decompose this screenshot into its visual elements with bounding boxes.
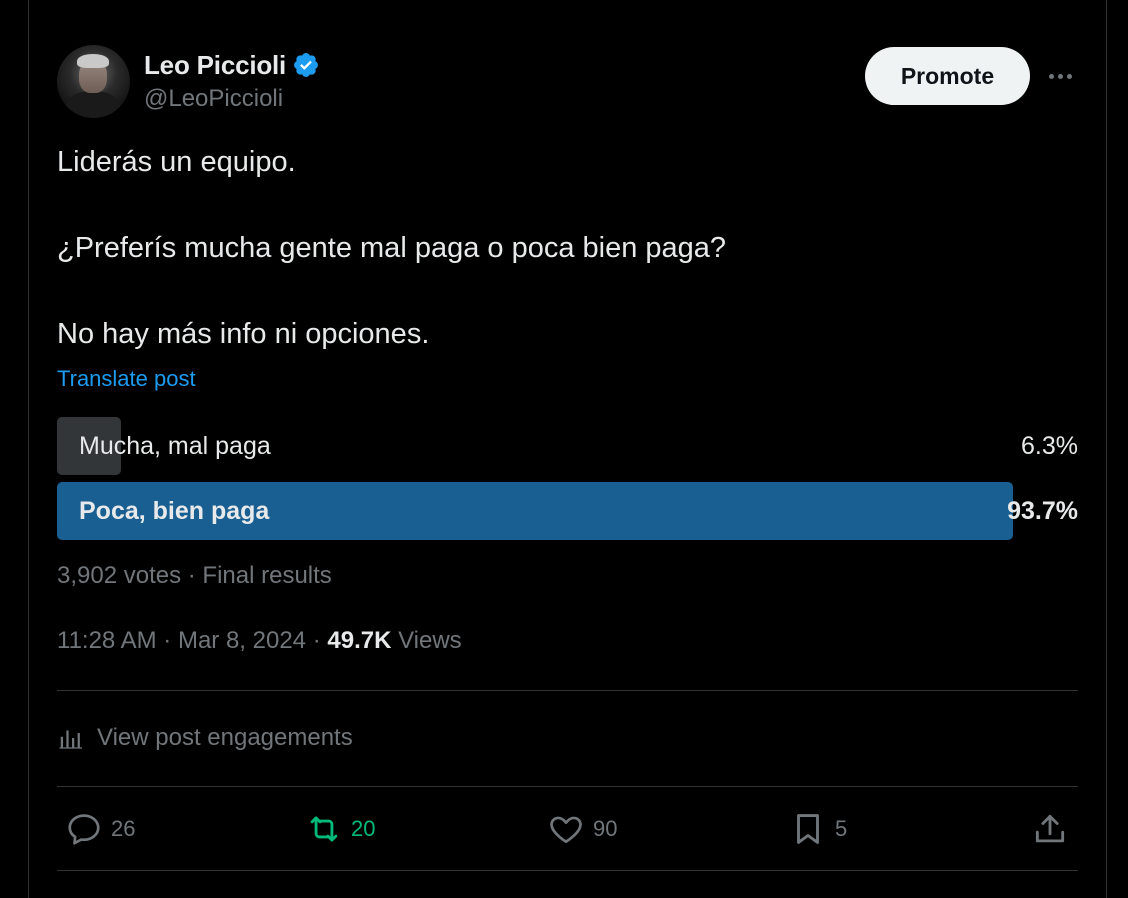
tweet-frame: Leo Piccioli @LeoPiccioli Promote Liderá… — [0, 0, 1128, 898]
share-icon — [1035, 814, 1065, 843]
column-border-left — [28, 0, 29, 898]
author-name-row[interactable]: Leo Piccioli — [144, 48, 320, 82]
poll-option-label: Mucha, mal paga — [79, 432, 271, 460]
divider — [57, 786, 1078, 787]
poll-option-winner: Poca, bien paga 93.7% — [57, 482, 1078, 540]
author-handle[interactable]: @LeoPiccioli — [144, 85, 283, 113]
reply-button[interactable]: 26 — [65, 806, 135, 852]
retweet-count: 20 — [351, 816, 376, 841]
like-count: 90 — [593, 816, 618, 841]
poll-option-percent: 6.3% — [1021, 432, 1078, 460]
poll-option: Mucha, mal paga 6.3% — [57, 417, 1078, 475]
avatar-hair — [77, 54, 109, 68]
bookmark-icon — [797, 814, 819, 844]
view-engagements-button[interactable]: View post engagements — [57, 718, 353, 758]
translate-post-link[interactable]: Translate post — [57, 366, 196, 392]
avatar-body — [65, 91, 121, 118]
bookmark-count: 5 — [835, 816, 848, 841]
poll-option-label: Poca, bien paga — [79, 497, 270, 525]
poll-results-meta: 3,902 votes · Final results — [57, 562, 332, 589]
promote-button[interactable]: Promote — [865, 47, 1030, 105]
reply-count: 26 — [111, 816, 136, 841]
poll-option-percent: 93.7% — [1007, 497, 1078, 525]
retweet-icon — [310, 816, 338, 842]
post-text-line: ¿Preferís mucha gente mal paga o poca bi… — [57, 232, 727, 264]
post-text-line: No hay más info ni opciones. — [57, 318, 430, 350]
author-name[interactable]: Leo Piccioli — [144, 50, 286, 81]
post-timestamp[interactable]: 11:28 AM · Mar 8, 2024 — [57, 627, 306, 654]
timestamp-separator: · — [312, 627, 321, 654]
post: Leo Piccioli @LeoPiccioli Promote Liderá… — [57, 0, 1078, 898]
verified-badge-icon — [292, 51, 320, 79]
views-count: 49.7K — [327, 627, 392, 654]
bookmark-button[interactable]: 5 — [789, 806, 847, 852]
view-engagements-label: View post engagements — [97, 724, 353, 751]
more-horizontal-icon[interactable] — [1043, 62, 1077, 90]
timestamp-row: 11:28 AM · Mar 8, 2024 · 49.7K Views — [57, 627, 462, 655]
divider — [57, 690, 1078, 691]
post-text-line: Liderás un equipo. — [57, 146, 296, 178]
retweet-button[interactable]: 20 — [305, 806, 375, 852]
heart-icon — [550, 816, 582, 844]
views-label: Views — [398, 627, 462, 654]
share-button[interactable] — [1031, 806, 1069, 852]
reply-icon — [68, 814, 100, 845]
divider — [57, 870, 1078, 871]
analytics-icon — [59, 730, 82, 749]
like-button[interactable]: 90 — [547, 806, 617, 852]
column-border-right — [1106, 0, 1107, 898]
avatar[interactable] — [57, 45, 130, 118]
